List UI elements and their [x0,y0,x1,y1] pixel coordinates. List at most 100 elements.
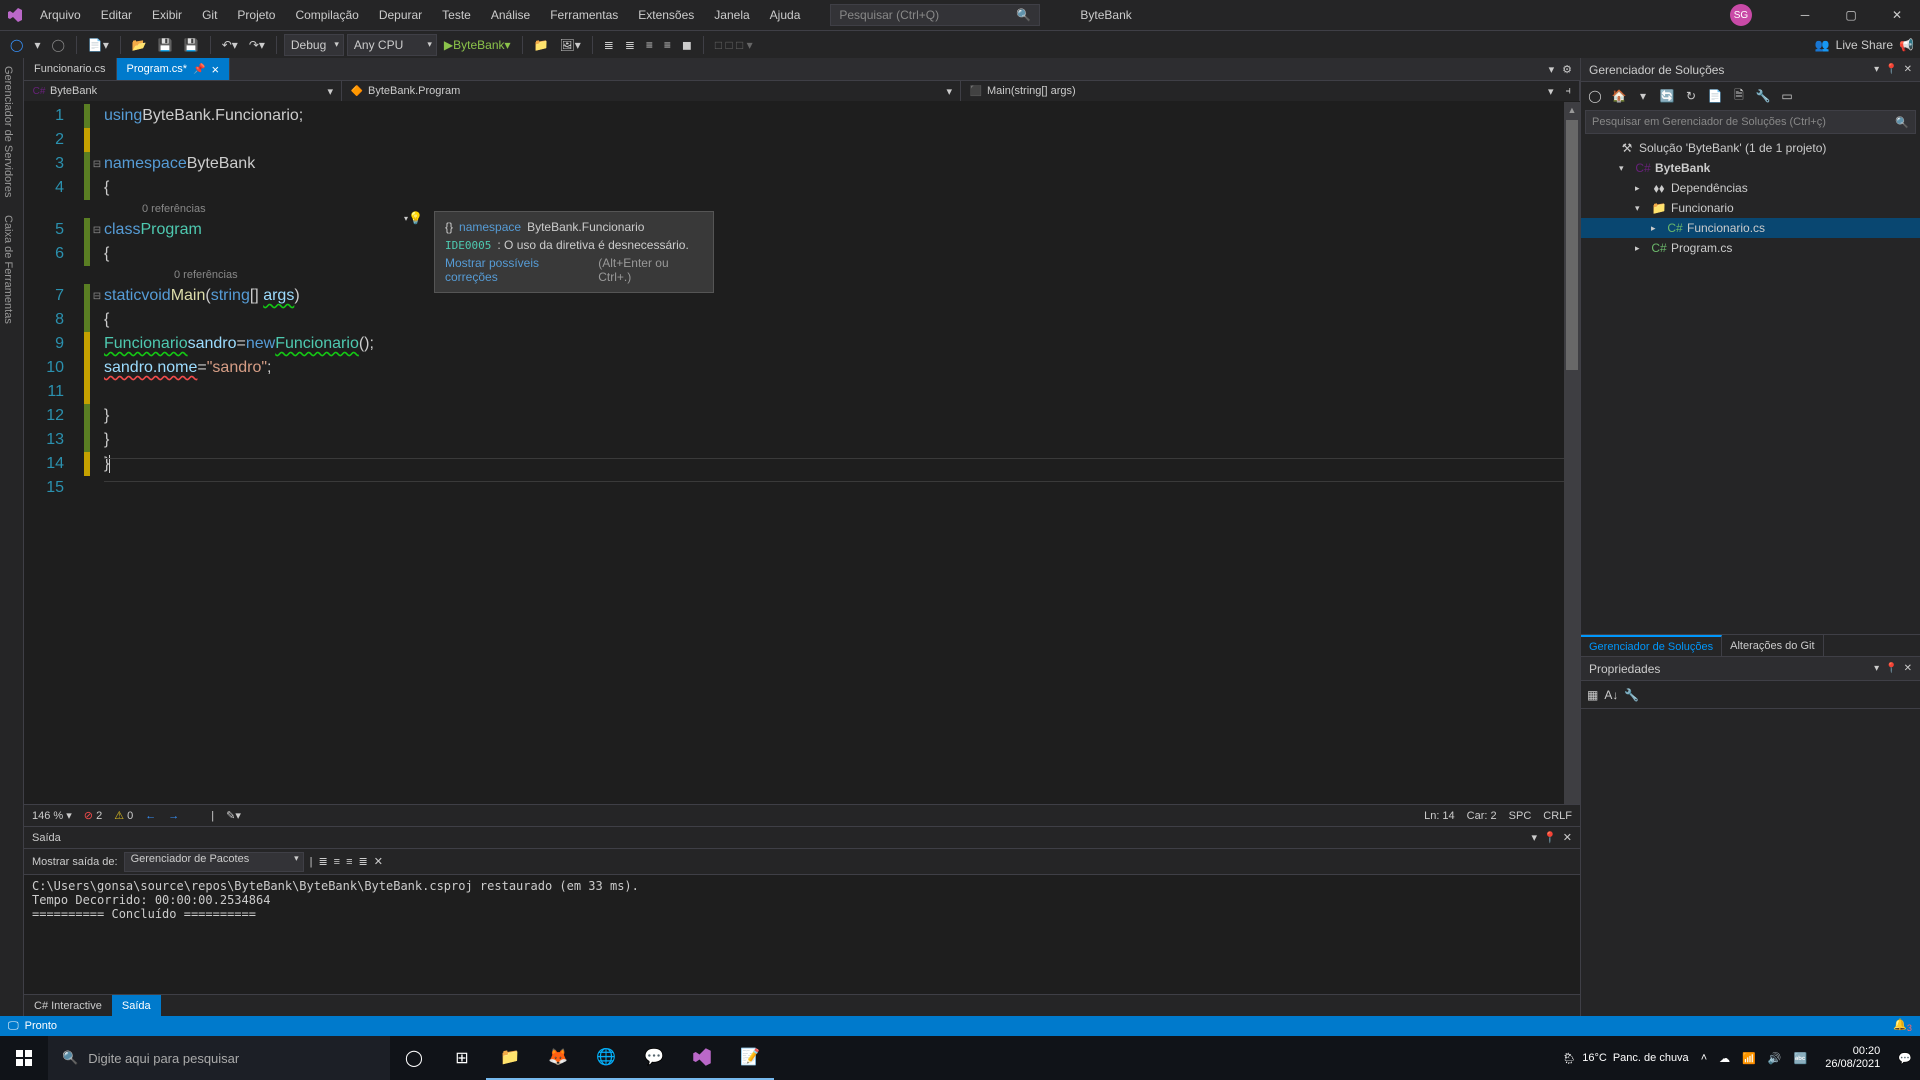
sol-show-icon[interactable]: 📄 [1705,86,1725,106]
out-tb-3[interactable]: ≡ [346,856,352,868]
tray-wifi-icon[interactable]: 📶 [1742,1052,1756,1065]
nav-class[interactable]: 🔶ByteBank.Program▾ [342,81,961,101]
redo-button[interactable]: ↷▾ [245,36,269,54]
tree-file-program[interactable]: ▸C#Program.cs [1581,238,1920,258]
maximize-button[interactable]: ▢ [1828,0,1874,30]
tree-folder[interactable]: ▾📁Funcionario [1581,198,1920,218]
config-dropdown[interactable]: Debug [284,34,344,56]
panel-menu-icon[interactable]: ▾ [1874,64,1879,75]
menu-git[interactable]: Git [192,8,227,22]
taskbar-search[interactable]: 🔍 Digite aqui para pesquisar [48,1036,390,1080]
start-button[interactable] [0,1036,48,1080]
props-cat-icon[interactable]: ▦ [1587,688,1598,702]
warning-count[interactable]: ⚠ 0 [114,809,133,822]
tray-sound-icon[interactable]: 🔊 [1768,1052,1782,1065]
back-button[interactable]: ◯ [6,36,27,54]
error-count[interactable]: ⊘ 2 [84,809,102,822]
split-icon[interactable]: ⫞ [1566,85,1572,98]
weather-widget[interactable]: 🌦 16°C Panc. de chuva [1562,1052,1688,1065]
close-tab-icon[interactable]: × [212,62,220,77]
solution-search-input[interactable]: Pesquisar em Gerenciador de Soluções (Ct… [1585,110,1916,134]
out-tb-1[interactable]: ≣ [318,855,327,868]
menu-depurar[interactable]: Depurar [369,8,432,22]
tb-icon-7[interactable]: ◼ [678,36,696,54]
sol-home-icon[interactable]: ◯ [1585,86,1605,106]
new-project-button[interactable]: 📄▾ [84,36,113,54]
output-close-icon[interactable]: ✕ [1563,831,1572,844]
menu-janela[interactable]: Janela [704,8,759,22]
open-button[interactable]: 📂 [128,36,151,54]
menu-projeto[interactable]: Projeto [227,8,285,22]
codelens-method[interactable]: 0 referências [104,266,1564,284]
menu-analise[interactable]: Análise [481,8,540,22]
menu-extensoes[interactable]: Extensões [628,8,704,22]
sol-sync-icon[interactable]: 🔄 [1657,86,1677,106]
discord-icon[interactable]: 💬 [630,1036,678,1080]
output-tab-saida[interactable]: Saída [112,995,161,1016]
tb-icon-3[interactable]: ≣ [600,36,618,54]
props-events-icon[interactable]: 🔧 [1624,688,1639,702]
nav-back-icon[interactable]: ← [145,810,156,822]
tab-funcionario[interactable]: Funcionario.cs [24,58,117,80]
sol-preview-icon[interactable]: ▭ [1777,86,1797,106]
feedback-icon[interactable]: 📢 [1899,38,1914,52]
tb-icon-6[interactable]: ≡ [660,36,675,54]
save-all-button[interactable]: 💾 [180,36,203,54]
undo-button[interactable]: ↶▾ [218,36,242,54]
quick-search-input[interactable]: Pesquisar (Ctrl+Q) 🔍 [830,4,1040,26]
toolbox-tab[interactable]: Caixa de Ferramentas [2,215,21,324]
pin-icon[interactable]: 📌 [193,64,205,75]
codelens-class[interactable]: 0 referências [104,200,1564,218]
close-button[interactable]: ✕ [1874,0,1920,30]
tray-clock[interactable]: 00:20 26/08/2021 [1819,1045,1886,1071]
tb-icon-2[interactable]: 🖼▾ [555,36,584,54]
props-close-icon[interactable]: ✕ [1904,663,1912,674]
explorer-icon[interactable]: 📁 [486,1036,534,1080]
panel-pin-icon[interactable]: 📍 [1885,64,1897,75]
output-pin-icon[interactable]: 📍 [1543,831,1557,844]
zoom-level[interactable]: 146 % ▾ [32,809,72,822]
panel-close-icon[interactable]: ✕ [1904,64,1912,75]
menu-editar[interactable]: Editar [91,8,142,22]
out-tb-2[interactable]: ≡ [334,856,340,868]
sol-home2-icon[interactable]: 🏠 [1609,86,1629,106]
tab-program[interactable]: Program.cs* 📌 × [117,58,231,80]
out-tb-4[interactable]: ≣ [359,855,368,868]
output-text[interactable]: C:\Users\gonsa\source\repos\ByteBank\Byt… [24,875,1580,994]
tray-chevron-icon[interactable]: ˄ [1701,1052,1707,1064]
tabs-dropdown-icon[interactable]: ▾ [1549,63,1555,76]
output-source-dropdown[interactable]: Gerenciador de Pacotes [124,852,304,872]
firefox-icon[interactable]: 🦊 [534,1036,582,1080]
tray-cloud-icon[interactable]: ☁ [1719,1052,1730,1065]
sol-refresh-icon[interactable]: ↻ [1681,86,1701,106]
menu-ajuda[interactable]: Ajuda [760,8,811,22]
sol-collapse-icon[interactable]: ▾ [1633,86,1653,106]
props-sort-icon[interactable]: A↓ [1604,688,1618,702]
sol-props-icon[interactable]: 🔧 [1753,86,1773,106]
indent-mode[interactable]: SPC [1509,810,1532,822]
forward-button[interactable]: ▾ [30,36,44,54]
lightbulb-icon[interactable]: ▾ [402,209,420,227]
props-menu-icon[interactable]: ▾ [1874,663,1879,674]
live-share-button[interactable]: Live Share [1836,38,1893,52]
tb-icon-8[interactable]: □ □ □ ▾ [711,36,757,54]
vs-taskbar-icon[interactable] [678,1036,726,1080]
menu-exibir[interactable]: Exibir [142,8,192,22]
code-editor[interactable]: 1234 56 789101112131415 ⊟ ⊟ ⊟ [24,102,1580,804]
user-avatar[interactable]: SG [1730,4,1752,26]
tray-notifications-icon[interactable]: 💬 [1898,1052,1912,1065]
tree-solution[interactable]: ⚒Solução 'ByteBank' (1 de 1 projeto) [1581,138,1920,158]
code-text[interactable]: using ByteBank.Funcionario; namespace By… [104,102,1564,804]
menu-teste[interactable]: Teste [432,8,481,22]
tb-icon-5[interactable]: ≡ [642,36,657,54]
start-button[interactable]: ▶ ByteBank ▾ [440,36,515,54]
menu-arquivo[interactable]: Arquivo [30,8,91,22]
right-tab-solution[interactable]: Gerenciador de Soluções [1581,635,1722,656]
history-button[interactable]: ◯ [47,36,68,54]
menu-compilacao[interactable]: Compilação [285,8,368,22]
nav-method[interactable]: ⬛Main(string[] args)▾⫞ [961,81,1580,101]
chrome-icon[interactable]: 🌐 [582,1036,630,1080]
nav-project[interactable]: C#ByteBank▾ [24,81,342,101]
cortana-icon[interactable]: ◯ [390,1036,438,1080]
line-ending[interactable]: CRLF [1543,810,1572,822]
